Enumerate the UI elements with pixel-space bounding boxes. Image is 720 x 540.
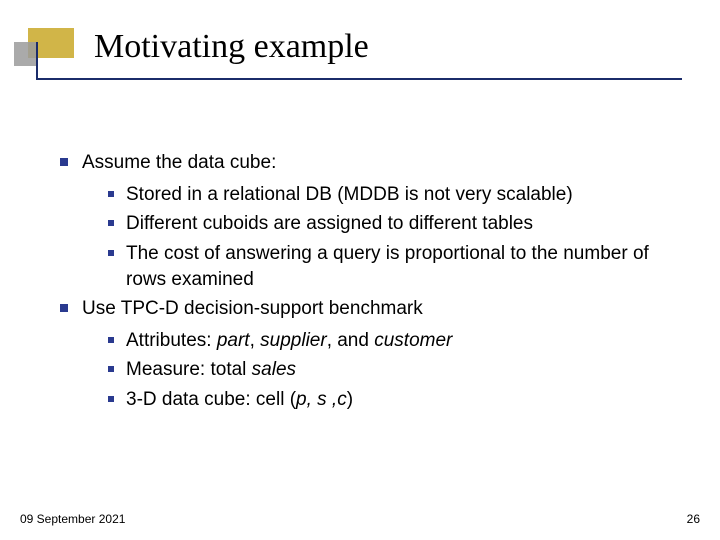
bullet-text: 3-D data cube: cell (p, s ,c) (126, 387, 680, 413)
bullet-icon (108, 250, 114, 256)
text: Measure: total (126, 359, 252, 380)
text: , and (327, 330, 375, 351)
bullet-l2: The cost of answering a query is proport… (108, 241, 680, 292)
bullet-l2: Different cuboids are assigned to differ… (108, 211, 680, 237)
bullet-l2: 3-D data cube: cell (p, s ,c) (108, 387, 680, 413)
bullet-text: Attributes: part, supplier, and customer (126, 328, 680, 354)
text: ) (347, 389, 353, 410)
text: , (250, 330, 261, 351)
bullet-icon (108, 337, 114, 343)
bullet-icon (108, 220, 114, 226)
slide-title: Motivating example (94, 28, 369, 66)
bullet-l1: Use TPC-D decision-support benchmark (60, 296, 680, 322)
bullet-text: Stored in a relational DB (MDDB is not v… (126, 182, 680, 208)
footer-date: 09 September 2021 (20, 512, 125, 526)
italic: customer (374, 330, 452, 351)
bullet-l2: Attributes: part, supplier, and customer (108, 328, 680, 354)
bullet-text: The cost of answering a query is proport… (126, 241, 680, 292)
bullet-l2: Measure: total sales (108, 357, 680, 383)
text: 3-D data cube: cell ( (126, 389, 296, 410)
bullet-icon (60, 304, 68, 312)
bullet-text: Use TPC-D decision-support benchmark (82, 296, 680, 322)
italic: supplier (260, 330, 327, 351)
footer-page-number: 26 (687, 512, 700, 526)
slide: Motivating example Assume the data cube:… (0, 0, 720, 540)
italic: part (217, 330, 250, 351)
italic: p, s ,c (296, 389, 347, 410)
bullet-text: Assume the data cube: (82, 150, 680, 176)
bullet-icon (108, 366, 114, 372)
italic: sales (252, 359, 296, 380)
slide-body: Assume the data cube: Stored in a relati… (60, 150, 680, 417)
decor-gray-box (14, 42, 38, 66)
decor-vline (36, 42, 38, 78)
bullet-icon (108, 396, 114, 402)
bullet-icon (108, 191, 114, 197)
text: Attributes: (126, 330, 217, 351)
bullet-text: Measure: total sales (126, 357, 680, 383)
bullet-l1: Assume the data cube: (60, 150, 680, 176)
bullet-icon (60, 158, 68, 166)
bullet-l2: Stored in a relational DB (MDDB is not v… (108, 182, 680, 208)
bullet-text: Different cuboids are assigned to differ… (126, 211, 680, 237)
decor-hline (36, 78, 682, 80)
